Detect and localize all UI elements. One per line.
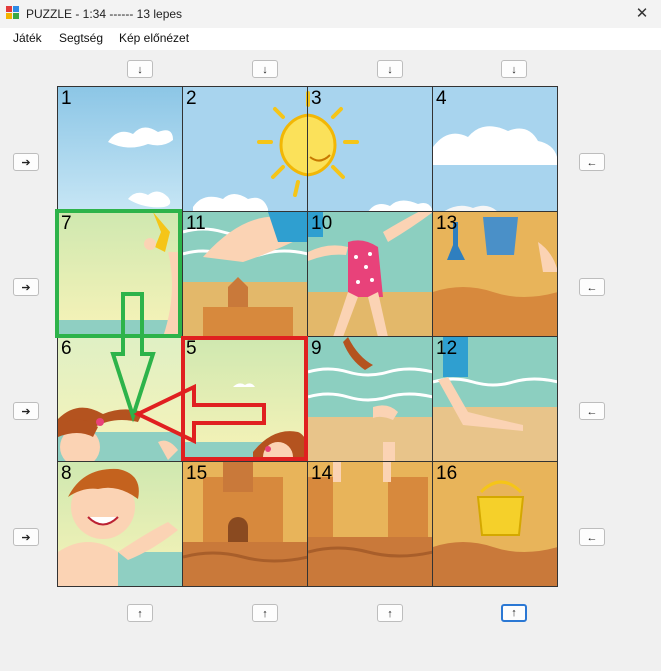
tile-image xyxy=(183,337,307,461)
puzzle-tile[interactable]: 5 xyxy=(183,337,308,462)
shift-column-1-down-button[interactable]: ↓ xyxy=(127,60,153,78)
close-icon[interactable]: ✕ xyxy=(629,2,655,26)
tile-number: 9 xyxy=(311,338,322,359)
shift-row-3-right-button[interactable]: ➔ xyxy=(13,402,39,420)
tile-number: 6 xyxy=(61,338,72,359)
shift-row-2-right-button[interactable]: ➔ xyxy=(13,278,39,296)
puzzle-tile[interactable]: 13 xyxy=(433,212,558,337)
puzzle-tile[interactable]: 1 xyxy=(58,87,183,212)
menu-item-jatek[interactable]: Játék xyxy=(13,31,42,45)
shift-row-1-right-button[interactable]: ➔ xyxy=(13,153,39,171)
puzzle-tile[interactable]: 8 xyxy=(58,462,183,587)
shift-row-2-left-button[interactable]: ← xyxy=(579,278,605,296)
tile-number: 10 xyxy=(311,213,333,234)
tile-number: 2 xyxy=(186,88,197,109)
tile-image xyxy=(183,87,307,211)
title-bar: PUZZLE - 1:34 ------ 13 lepes ✕ xyxy=(0,0,661,28)
shift-row-3-left-button[interactable]: ← xyxy=(579,402,605,420)
tile-number: 5 xyxy=(186,338,197,359)
puzzle-tile[interactable]: 2 xyxy=(183,87,308,212)
puzzle-tile[interactable]: 16 xyxy=(433,462,558,587)
puzzle-tile[interactable]: 3 xyxy=(308,87,433,212)
tile-number: 8 xyxy=(61,463,72,484)
shift-column-2-down-button[interactable]: ↓ xyxy=(252,60,278,78)
tile-number: 3 xyxy=(311,88,322,109)
tile-number: 12 xyxy=(436,338,458,359)
tile-image xyxy=(58,462,182,586)
puzzle-app-icon xyxy=(6,6,19,19)
puzzle-tile[interactable]: 11 xyxy=(183,212,308,337)
tile-image xyxy=(58,212,182,336)
puzzle-tile[interactable]: 9 xyxy=(308,337,433,462)
menu-item-segitseg[interactable]: Segtség xyxy=(59,31,103,45)
shift-row-1-left-button[interactable]: ← xyxy=(579,153,605,171)
puzzle-board: 1 2 3 4 7 11 10 13 6 5 9 12 8 15 14 16 xyxy=(57,86,558,587)
tile-image xyxy=(308,87,432,211)
tile-number: 7 xyxy=(61,213,72,234)
tile-number: 14 xyxy=(311,463,333,484)
shift-column-2-up-button[interactable]: ↑ xyxy=(252,604,278,622)
tile-image xyxy=(58,87,182,211)
tile-number: 4 xyxy=(436,88,447,109)
shift-row-4-right-button[interactable]: ➔ xyxy=(13,528,39,546)
menu-bar: Játék Segtség Kép előnézet xyxy=(0,28,661,50)
shift-column-3-up-button[interactable]: ↑ xyxy=(377,604,403,622)
shift-column-3-down-button[interactable]: ↓ xyxy=(377,60,403,78)
tile-number: 13 xyxy=(436,213,458,234)
puzzle-tile[interactable]: 12 xyxy=(433,337,558,462)
tile-image xyxy=(433,87,557,211)
tile-number: 15 xyxy=(186,463,208,484)
menu-item-kep-elonezet[interactable]: Kép előnézet xyxy=(119,31,189,45)
puzzle-tile[interactable]: 7 xyxy=(58,212,183,337)
tile-image xyxy=(58,337,182,461)
window-title: PUZZLE - 1:34 ------ 13 lepes xyxy=(26,7,183,21)
shift-column-4-down-button[interactable]: ↓ xyxy=(501,60,527,78)
shift-column-4-up-button[interactable]: ↑ xyxy=(501,604,527,622)
shift-column-1-up-button[interactable]: ↑ xyxy=(127,604,153,622)
puzzle-tile[interactable]: 10 xyxy=(308,212,433,337)
tile-number: 1 xyxy=(61,88,72,109)
puzzle-tile[interactable]: 14 xyxy=(308,462,433,587)
puzzle-tile[interactable]: 6 xyxy=(58,337,183,462)
tile-number: 16 xyxy=(436,463,458,484)
puzzle-tile[interactable]: 4 xyxy=(433,87,558,212)
shift-row-4-left-button[interactable]: ← xyxy=(579,528,605,546)
tile-image xyxy=(308,337,432,461)
puzzle-tile[interactable]: 15 xyxy=(183,462,308,587)
tile-number: 11 xyxy=(186,213,206,234)
